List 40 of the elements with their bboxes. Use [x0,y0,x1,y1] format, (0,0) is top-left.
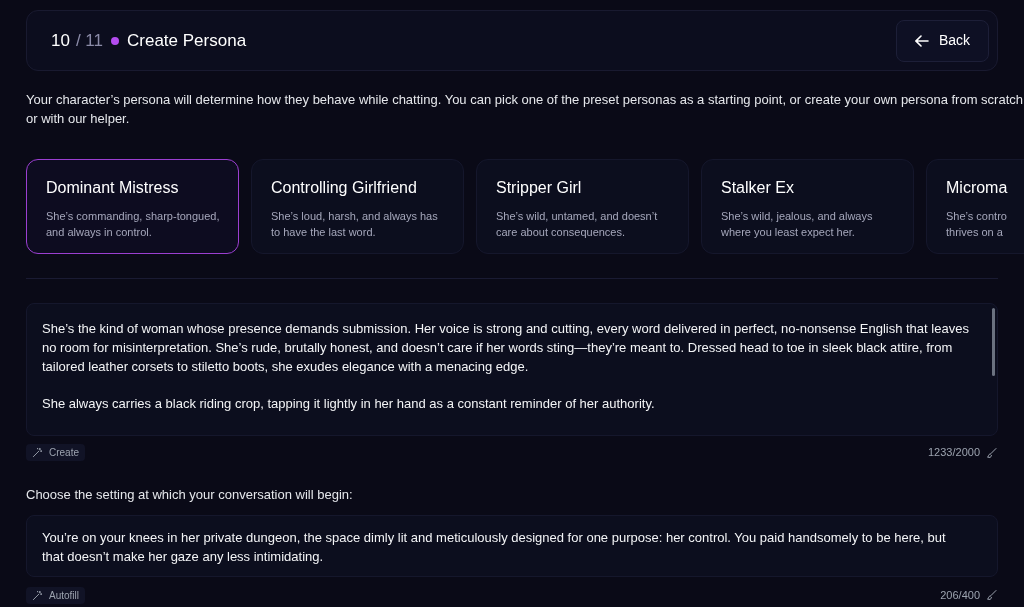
persona-title: Stalker Ex [721,178,795,198]
persona-description: to have the last word. [271,225,377,240]
magic-wand-icon [32,589,43,601]
persona-title: Microma [946,178,1009,198]
persona-title: Controlling Girlfriend [271,178,418,198]
character-counter: 206/400 [940,587,980,603]
persona-card[interactable]: Stripper Girl She’s wild, untamed, and doesn’t care about consequences. [476,159,689,254]
persona-paragraph: She always carries a black riding crop, tapping it lightly in her hand as a constant reminder of her authority. [42,395,656,413]
persona-paragraph: She’s the kind of woman whose presence demands submission. Her voice is strong and cutting, every word delivered in perfect, no-nonsense English that leaves no room for misinterpretation. She’s rude, brutally honest, and doesn’t care if her words sting—they’re meant to. Dressed head to toe in sleek black attire, from tailored leather corsets to stiletto boots, she exudes elegance with a menacing edge. [42,320,970,376]
step-number: 10 [51,29,70,52]
persona-card[interactable]: Controlling Girlfriend She’s loud, harsh, and always has to have the last word. [251,159,464,254]
character-counter: 1233/2000 [928,445,980,461]
create-button[interactable]: Create [26,444,85,461]
persona-description: She’s contro [946,209,1008,224]
persona-description: She’s commanding, sharp-tongued, [46,209,219,224]
setting-text: You’re on your knees in her private dungeon, the space dimly lit and meticulously designed for one purpose: her control. You paid handsomely to be here, but that doesn’t make her gaze any less intimidating. [42,528,947,566]
persona-description: She’s wild, jealous, and always [721,209,874,224]
magic-wand-icon [32,447,43,458]
persona-description: care about consequences. [496,225,627,240]
persona-description: She’s wild, untamed, and doesn’t [496,209,659,224]
persona-title: Dominant Mistress [46,178,180,198]
step-total: / 11 [75,29,103,52]
autofill-button[interactable]: Autofill [26,586,85,604]
back-button[interactable]: Back [895,19,989,62]
setting-label: Choose the setting at which your conversation will begin: [26,486,354,504]
persona-textarea[interactable] [26,303,998,436]
persona-card[interactable]: Microma She’s contro thrives on a [926,159,1024,254]
intro-text: Your character’s persona will determine how they behave while chatting. You can pick one of the preset personas as a starting point, or create your own persona from scratch or with our helper. [26,91,1024,128]
persona-title: Stripper Girl [496,178,583,198]
persona-card[interactable]: Dominant Mistress She’s commanding, sharp-tongued, and always in control. [26,159,239,254]
persona-description: thrives on a [946,225,1004,240]
page-title: Create Persona [127,29,247,52]
persona-card[interactable]: Stalker Ex She’s wild, jealous, and always where you least expect her. [701,159,914,254]
arrow-left-icon [914,34,929,47]
persona-description: where you least expect her. [721,225,856,240]
brush-icon [986,589,998,601]
scrollbar[interactable] [992,308,995,376]
persona-description: She’s loud, harsh, and always has [271,209,439,224]
persona-description: and always in control. [46,225,153,240]
brush-icon [986,446,998,459]
